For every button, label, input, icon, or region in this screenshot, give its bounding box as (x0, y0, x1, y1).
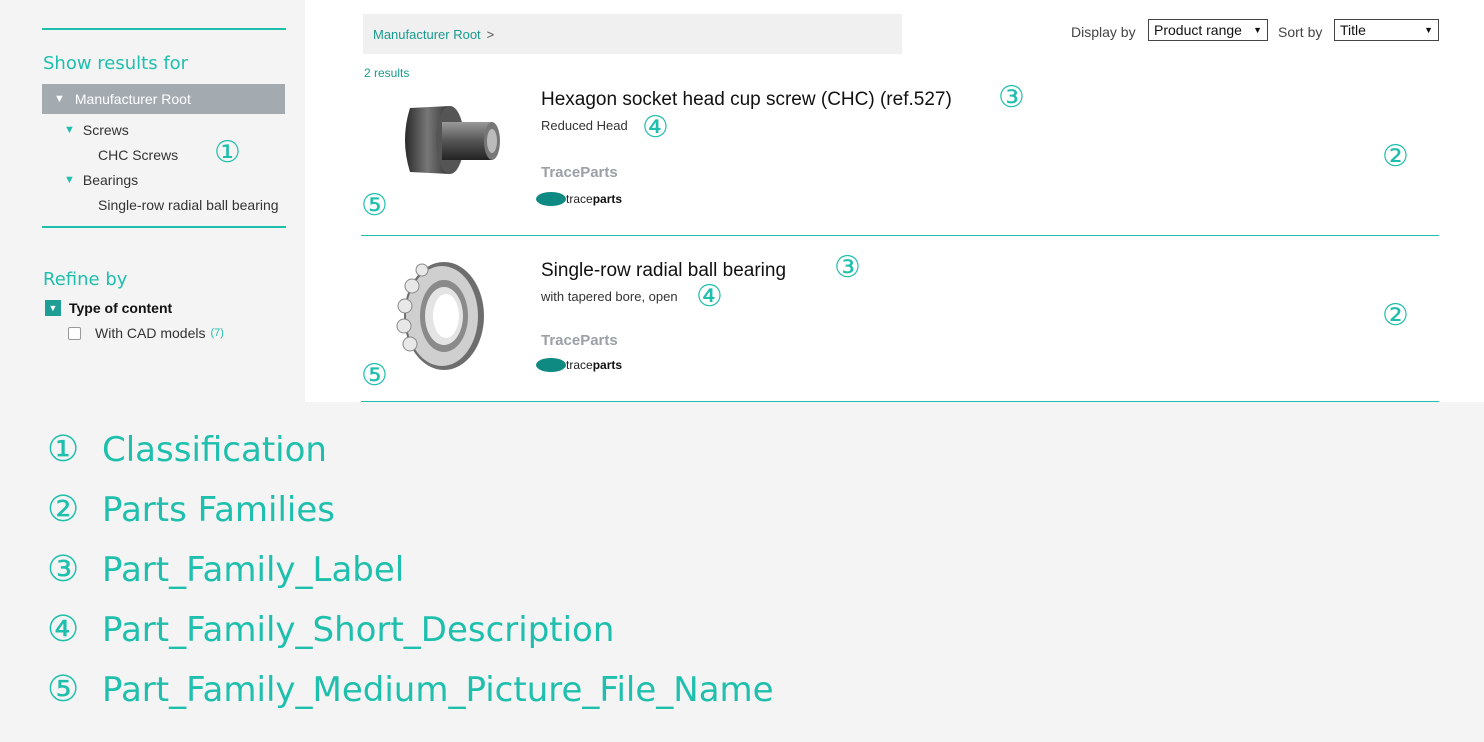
divider (42, 28, 286, 30)
marker-picture: ⑤ (361, 358, 388, 393)
display-by-label: Display by (1071, 24, 1136, 40)
part-family-title[interactable]: Hexagon socket head cup screw (CHC) (ref… (541, 89, 952, 111)
divider (361, 401, 1439, 402)
legend-label: Part_Family_Medium_Picture_File_Name (102, 670, 774, 710)
tree-item-label: CHC Screws (98, 147, 179, 163)
breadcrumb: Manufacturer Root > (363, 14, 902, 54)
results-count: 2 results (364, 66, 410, 80)
filter-option-cad-models[interactable]: With CAD models (7) (68, 325, 224, 341)
dropdown-arrow-icon: ▼ (1424, 25, 1433, 35)
legend-number: ④ (47, 609, 80, 650)
display-by-select[interactable]: Product range ▼ (1148, 19, 1268, 41)
part-family-description: Reduced Head (541, 118, 628, 133)
brand-name: TraceParts (541, 332, 618, 349)
logo-swoosh-icon (536, 192, 566, 206)
traceparts-logo: traceparts (536, 192, 622, 206)
breadcrumb-separator: > (486, 26, 495, 42)
tree-item-label: Bearings (82, 172, 139, 188)
sort-by-label: Sort by (1278, 24, 1323, 40)
brand-name: TraceParts (541, 164, 618, 181)
legend-number: ② (47, 489, 80, 530)
refine-by-heading: Refine by (43, 269, 128, 290)
filter-group-type-of-content[interactable]: ▼ Type of content (45, 300, 172, 316)
tree-item-bearings[interactable]: ▼ Bearings (64, 172, 138, 188)
legend-item-part-family-label: ③ Part_Family_Label (47, 550, 404, 590)
legend-label: Part_Family_Short_Description (102, 610, 615, 650)
legend-label: Part_Family_Label (102, 550, 405, 590)
marker-description: ④ (642, 110, 669, 145)
tree-item-screws[interactable]: ▼ Screws (64, 122, 129, 138)
collapse-toggle-icon[interactable]: ▼ (45, 300, 61, 316)
marker-label: ③ (834, 250, 861, 285)
marker-parts-family: ② (1382, 139, 1409, 174)
part-family-description: with tapered bore, open (541, 289, 678, 304)
filter-option-label: With CAD models (95, 325, 206, 341)
display-by-value: Product range (1154, 22, 1242, 38)
screw-image[interactable] (392, 92, 510, 184)
legend-item-classification: ① Classification (47, 430, 327, 470)
legend-label: Classification (102, 430, 327, 470)
tree-root-item[interactable]: ▼ Manufacturer Root (42, 84, 285, 114)
tree-item-label: Single-row radial ball bearing (98, 197, 279, 213)
marker-label: ③ (998, 80, 1025, 115)
legend-number: ③ (47, 549, 80, 590)
legend-number: ⑤ (47, 669, 80, 710)
sort-by-select[interactable]: Title ▼ (1334, 19, 1439, 41)
legend-label: Parts Families (102, 490, 336, 530)
divider (361, 235, 1439, 236)
legend-item-short-description: ④ Part_Family_Short_Description (47, 610, 614, 650)
triangle-down-icon: ▼ (64, 124, 75, 136)
cad-models-checkbox[interactable] (68, 326, 81, 340)
bearing-image[interactable] (392, 258, 490, 374)
tree-item-ball-bearing[interactable]: Single-row radial ball bearing (98, 197, 279, 213)
legend-item-picture-file-name: ⑤ Part_Family_Medium_Picture_File_Name (47, 670, 774, 710)
logo-swoosh-icon (536, 358, 566, 372)
divider (42, 226, 286, 228)
show-results-heading: Show results for (43, 53, 189, 74)
filter-group-label: Type of content (69, 300, 173, 316)
legend-item-parts-families: ② Parts Families (47, 490, 335, 530)
part-family-title[interactable]: Single-row radial ball bearing (541, 260, 786, 282)
marker-classification: ① (214, 135, 241, 170)
marker-picture: ⑤ (361, 188, 388, 223)
legend-number: ① (47, 429, 80, 470)
tree-item-label: Screws (82, 122, 129, 138)
traceparts-logo: traceparts (536, 358, 622, 372)
sidebar: Show results for ▼ Manufacturer Root ▼ S… (0, 0, 305, 402)
tree-item-chc-screws[interactable]: CHC Screws (98, 147, 178, 163)
marker-parts-family: ② (1382, 298, 1409, 333)
dropdown-arrow-icon: ▼ (1253, 25, 1262, 35)
triangle-down-icon: ▼ (64, 174, 75, 186)
breadcrumb-root-link[interactable]: Manufacturer Root (373, 27, 481, 42)
sort-by-value: Title (1340, 22, 1366, 38)
tree-root-label: Manufacturer Root (74, 91, 191, 107)
marker-description: ④ (696, 279, 723, 314)
filter-count: (7) (210, 327, 224, 339)
triangle-down-icon: ▼ (54, 93, 65, 105)
